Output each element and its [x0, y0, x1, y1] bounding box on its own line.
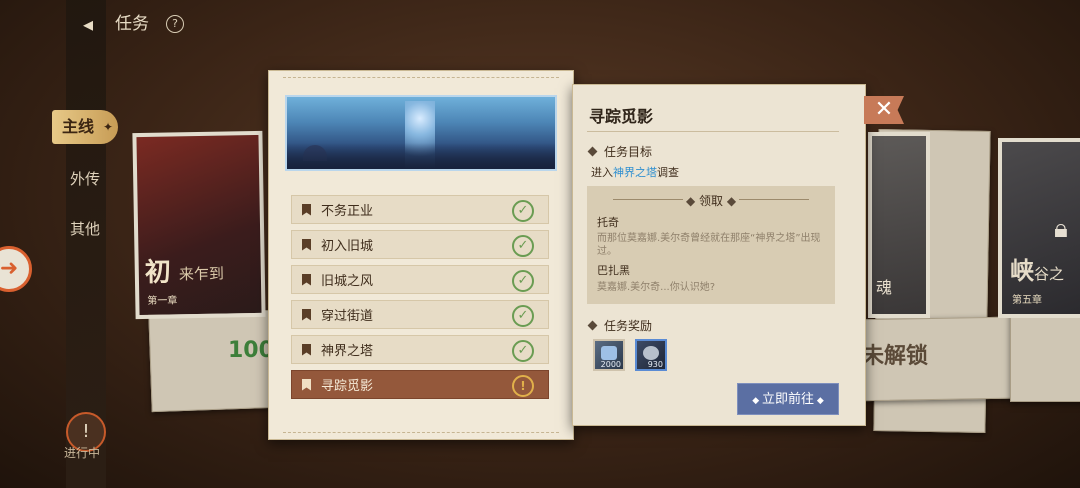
- help-icon[interactable]: ?: [166, 15, 184, 33]
- chapter-card-middle[interactable]: 魂: [868, 132, 930, 318]
- flag-icon: [302, 378, 311, 391]
- in-progress-icon: !: [512, 375, 534, 397]
- ticket-icon: [601, 346, 617, 360]
- chapter-title: 魂: [876, 278, 893, 297]
- check-icon: ✓: [512, 235, 534, 257]
- goal-place-link[interactable]: 神界之塔: [613, 166, 657, 179]
- quest-detail-panel: 寻踪觅影 任务目标 进入神界之塔调查 ◆ 领取 ◆ 托奇 而那位莫嘉娜.美尔奇曾…: [572, 84, 866, 426]
- coin-reward[interactable]: 930: [635, 339, 667, 371]
- check-icon: ✓: [512, 270, 534, 292]
- tab-other[interactable]: 其他: [70, 218, 100, 239]
- dialogue-box: ◆ 领取 ◆ 托奇 而那位莫嘉娜.美尔奇曾经就在那座“神界之塔”出现过。 巴扎黑…: [587, 186, 835, 304]
- city-silhouette: [287, 143, 555, 169]
- check-icon: ✓: [512, 200, 534, 222]
- quest-item[interactable]: 穿过街道 ✓: [291, 300, 549, 329]
- tab-main-story[interactable]: 主线 ✦: [52, 110, 118, 144]
- quest-name: 寻踪觅影: [321, 379, 374, 394]
- decorative-trim: [283, 77, 559, 86]
- tab-label: 主线: [62, 117, 95, 136]
- quest-item[interactable]: 初入旧城 ✓: [291, 230, 549, 259]
- diamond-icon: [587, 146, 598, 157]
- dialogue-line: 莫嘉娜.美尔奇...你认识她?: [597, 282, 716, 293]
- quest-name: 旧城之风: [321, 274, 374, 289]
- reward-section-label: 任务奖励: [587, 317, 652, 334]
- reward-count: 2000: [600, 360, 621, 369]
- lock-icon: 🔒︎: [1054, 214, 1068, 244]
- flag-icon: [302, 308, 311, 321]
- flag-icon: [302, 238, 311, 251]
- quest-item[interactable]: 不务正业 ✓: [291, 195, 549, 224]
- back-icon[interactable]: ◂: [74, 12, 102, 36]
- quest-title: 寻踪觅影: [589, 107, 654, 126]
- chapter-number: 第一章: [147, 295, 178, 307]
- page-title: 任务: [115, 14, 149, 34]
- go-now-button[interactable]: ◆ 立即前往 ◆: [737, 383, 839, 415]
- dialogue-line: 而那位莫嘉娜.美尔奇曾经就在那座“神界之塔”出现过。: [597, 233, 821, 257]
- quest-name: 不务正业: [321, 204, 374, 219]
- dialogue-header: ◆ 领取 ◆: [587, 192, 835, 209]
- quest-list-panel: 不务正业 ✓ 初入旧城 ✓ 旧城之风 ✓ 穿过街道 ✓ 神界之塔 ✓ 寻踪觅影 …: [268, 70, 574, 440]
- ongoing-label: 进行中: [64, 446, 101, 460]
- check-icon: ✓: [512, 340, 534, 362]
- quest-item-active[interactable]: 寻踪觅影 !: [291, 370, 549, 399]
- quest-item[interactable]: 神界之塔 ✓: [291, 335, 549, 364]
- chapter-title-big: 初: [144, 257, 172, 288]
- flag-icon: [302, 343, 311, 356]
- flag-icon: [302, 273, 311, 286]
- quest-name: 穿过街道: [321, 309, 374, 324]
- locked-text: 未解锁: [862, 344, 929, 369]
- divider: [587, 131, 839, 132]
- quest-goal: 进入神界之塔调查: [591, 166, 679, 179]
- quest-list: 不务正业 ✓ 初入旧城 ✓ 旧城之风 ✓ 穿过街道 ✓ 神界之塔 ✓ 寻踪觅影 …: [291, 195, 549, 405]
- speaker-name: 巴扎黑: [597, 264, 630, 277]
- chapter-title-rest: 来乍到: [178, 264, 225, 284]
- arrow-right-icon[interactable]: ➜: [0, 246, 32, 292]
- reward-count: 930: [647, 360, 663, 369]
- quest-name: 神界之塔: [321, 344, 374, 359]
- sparkle-icon: ✦: [102, 120, 113, 134]
- close-icon[interactable]: ✕: [864, 96, 904, 124]
- quest-banner-image: [285, 95, 557, 171]
- goal-section-label: 任务目标: [587, 143, 652, 160]
- speaker-name: 托奇: [597, 216, 619, 229]
- chapter-title-big: 峡谷之: [1010, 257, 1065, 285]
- flag-icon: [302, 203, 311, 216]
- decorative-trim: [283, 424, 559, 433]
- ticket-reward[interactable]: 2000: [593, 339, 625, 371]
- chapter-card-1[interactable]: 初 来乍到 第一章: [132, 130, 266, 320]
- check-icon: ✓: [512, 305, 534, 327]
- quest-item[interactable]: 旧城之风 ✓: [291, 265, 549, 294]
- quest-name: 初入旧城: [321, 239, 374, 254]
- chapter-number: 第五章: [1012, 295, 1042, 306]
- diamond-icon: [587, 320, 598, 331]
- coin-icon: [643, 346, 659, 360]
- tab-side-story[interactable]: 外传: [70, 168, 100, 189]
